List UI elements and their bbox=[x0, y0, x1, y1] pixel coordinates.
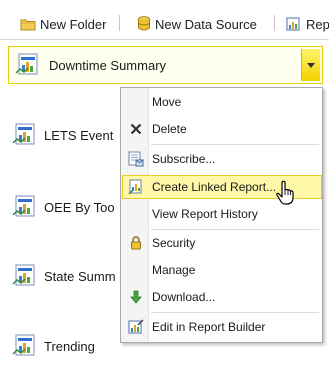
menu-separator bbox=[151, 312, 319, 313]
report-item-lets-event[interactable]: LETS Event bbox=[12, 115, 113, 155]
menu-item-label: Move bbox=[152, 95, 182, 109]
report-icon bbox=[12, 264, 35, 286]
menu-item-delete[interactable]: Delete bbox=[123, 117, 320, 141]
menu-item-move[interactable]: Move bbox=[123, 90, 320, 114]
report-builder-label: Rep bbox=[306, 16, 329, 32]
report-item-state-summary[interactable]: State Summ bbox=[12, 256, 116, 296]
menu-item-label: Security bbox=[152, 236, 196, 250]
menu-item-manage[interactable]: Manage bbox=[123, 258, 320, 282]
menu-item-label: Create Linked Report... bbox=[152, 180, 277, 194]
menu-item-label: Delete bbox=[152, 122, 187, 136]
data-source-icon bbox=[138, 16, 150, 31]
report-icon bbox=[12, 195, 35, 217]
menu-item-label: Manage bbox=[152, 263, 196, 277]
report-builder-button[interactable]: Rep bbox=[286, 13, 329, 35]
new-folder-button[interactable]: New Folder bbox=[20, 13, 106, 35]
toolbar-separator bbox=[274, 15, 275, 31]
lock-icon bbox=[123, 231, 149, 255]
report-item-label: LETS Event bbox=[44, 127, 114, 143]
new-folder-label: New Folder bbox=[40, 16, 107, 32]
menu-item-download[interactable]: Download... bbox=[123, 285, 320, 309]
menu-item-label: View Report History bbox=[152, 207, 258, 221]
menu-item-label: Edit in Report Builder bbox=[152, 320, 266, 334]
linked-report-icon bbox=[123, 175, 149, 199]
report-item-label: Trending bbox=[44, 338, 95, 354]
report-icon bbox=[15, 53, 38, 75]
menu-item-edit-in-report-builder[interactable]: Edit in Report Builder bbox=[123, 315, 320, 339]
report-item-label: OEE By Too bbox=[44, 199, 115, 215]
report-icon bbox=[12, 123, 35, 145]
report-item-label: Downtime Summary bbox=[49, 57, 167, 73]
menu-item-security[interactable]: Security bbox=[123, 231, 320, 255]
subscribe-icon bbox=[123, 147, 149, 171]
dropdown-button[interactable] bbox=[301, 49, 320, 81]
folder-icon bbox=[20, 19, 36, 31]
chevron-down-icon bbox=[307, 62, 315, 68]
delete-x-icon bbox=[123, 117, 149, 141]
report-icon bbox=[12, 334, 35, 356]
toolbar-separator bbox=[119, 15, 120, 31]
menu-item-label: Download... bbox=[152, 290, 216, 304]
menu-separator bbox=[151, 229, 319, 230]
new-data-source-label: New Data Source bbox=[155, 16, 257, 32]
report-item-label: State Summ bbox=[44, 268, 116, 284]
report-builder-icon bbox=[123, 315, 149, 339]
menu-item-label: Subscribe... bbox=[152, 152, 216, 166]
menu-item-subscribe[interactable]: Subscribe... bbox=[123, 147, 320, 171]
report-item-oee-by-tool[interactable]: OEE By Too bbox=[12, 187, 115, 227]
hand-cursor-icon bbox=[276, 180, 294, 205]
download-arrow-icon bbox=[123, 285, 149, 309]
toolbar: New Folder New Data Source Rep bbox=[0, 0, 329, 44]
context-menu: Move Delete Subscribe... Create Linked R… bbox=[120, 87, 323, 343]
new-data-source-button[interactable]: New Data Source bbox=[137, 13, 257, 35]
report-builder-icon bbox=[286, 17, 300, 30]
toolbar-divider bbox=[0, 39, 329, 40]
report-item-trending[interactable]: Trending bbox=[12, 326, 95, 366]
report-item-downtime-summary[interactable]: Downtime Summary bbox=[8, 46, 323, 84]
menu-separator bbox=[151, 144, 319, 145]
